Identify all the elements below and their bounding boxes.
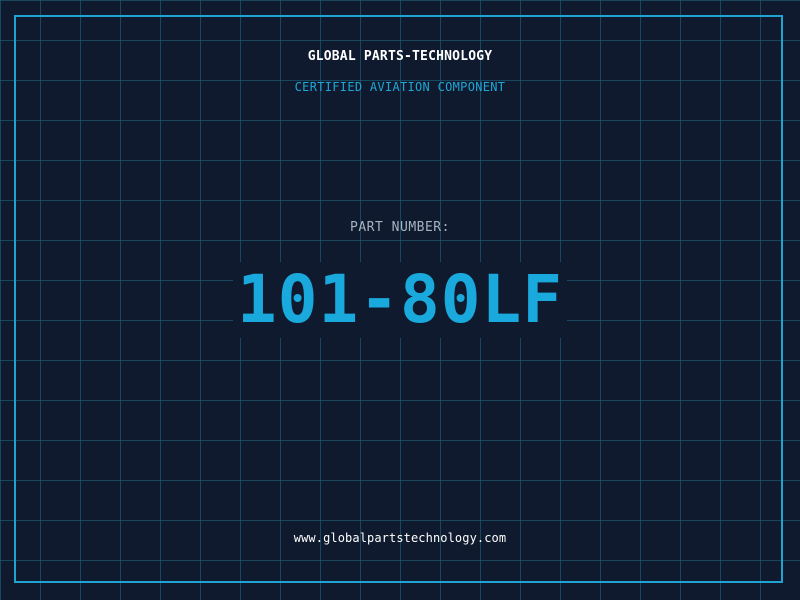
part-number-container: 101-80LF xyxy=(0,262,800,338)
website-url: www.globalpartstechnology.com xyxy=(293,531,507,545)
tagline: CERTIFIED AVIATION COMPONENT xyxy=(294,80,506,94)
part-number-label: PART NUMBER: xyxy=(350,220,450,235)
company-name: GLOBAL PARTS-TECHNOLOGY xyxy=(307,49,493,64)
part-number-value: 101-80LF xyxy=(233,262,567,338)
page-canvas: GLOBAL PARTS-TECHNOLOGY CERTIFIED AVIATI… xyxy=(0,0,800,600)
